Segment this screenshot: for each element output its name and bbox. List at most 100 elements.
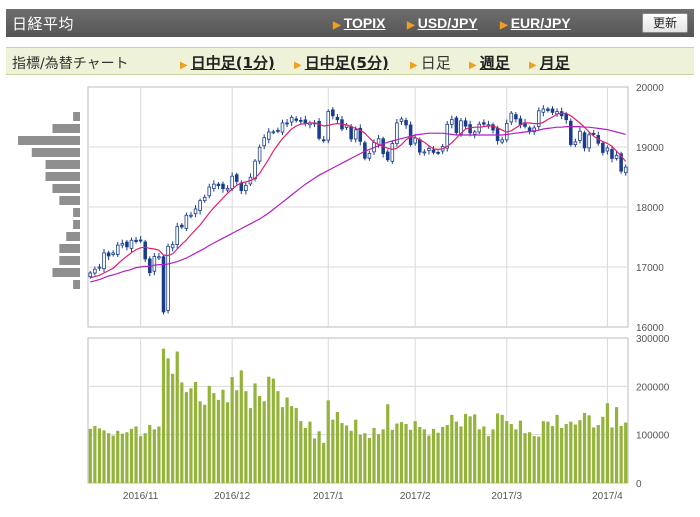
- candle-body: [601, 142, 605, 153]
- volume-bar: [335, 411, 340, 483]
- volume-bar: [596, 425, 600, 483]
- volume-bar: [573, 424, 577, 483]
- candle-body: [193, 208, 198, 215]
- volume-bar: [102, 430, 106, 483]
- volume-bar: [317, 431, 321, 483]
- volume-bar: [171, 373, 175, 483]
- candle-body: [623, 166, 628, 174]
- volume-bar: [189, 388, 193, 483]
- volume-bar: [349, 430, 353, 483]
- candle-body: [514, 114, 518, 120]
- candle-body: [550, 108, 555, 113]
- candle-body: [120, 243, 125, 246]
- candle-body: [111, 252, 115, 255]
- candle-body: [225, 188, 230, 191]
- volume-bar: [358, 434, 362, 483]
- candle-body: [299, 119, 303, 122]
- volume-bar: [203, 404, 207, 483]
- candle-body: [408, 124, 413, 145]
- volume-bar: [225, 402, 230, 483]
- candle-body: [212, 183, 216, 189]
- candle-body: [349, 126, 353, 140]
- volume-bar: [587, 415, 591, 483]
- volume-bar: [518, 420, 523, 483]
- candle-body: [427, 148, 431, 151]
- candle-body: [587, 134, 591, 149]
- volume-bar: [363, 433, 367, 483]
- volume-bar: [143, 433, 147, 483]
- candle-body: [331, 109, 335, 117]
- candle-body: [385, 151, 390, 161]
- volume-bar: [463, 413, 468, 483]
- candle-body: [477, 123, 482, 133]
- volume-bar: [88, 428, 92, 483]
- candle-body: [518, 118, 523, 125]
- candle-body: [413, 137, 417, 144]
- volume-bar: [532, 436, 536, 483]
- candle-body: [335, 116, 340, 121]
- candle-body: [573, 141, 578, 145]
- candle-body: [321, 139, 326, 142]
- volume-bar: [93, 425, 97, 483]
- volume-bar: [207, 385, 211, 483]
- candle-body: [180, 224, 184, 228]
- price-volume-bar: [52, 124, 80, 133]
- candle-body: [189, 214, 193, 217]
- candle-body: [591, 132, 596, 135]
- price-volume-bar: [59, 196, 80, 205]
- price-tick-label: 20000: [636, 83, 664, 94]
- volume-tick-label: 100000: [636, 431, 670, 442]
- volume-bar: [491, 429, 495, 483]
- candle-body: [138, 239, 143, 242]
- candle-body: [569, 120, 573, 145]
- volume-bar: [555, 414, 559, 483]
- candle-body: [500, 139, 504, 143]
- volume-bar: [299, 421, 303, 483]
- volume-bar: [230, 377, 234, 483]
- volume-bar: [422, 429, 426, 483]
- price-volume-bar: [73, 280, 80, 289]
- volume-bar: [454, 421, 458, 483]
- candle-body: [582, 132, 587, 149]
- volume-bar: [120, 433, 124, 483]
- candle-body: [202, 196, 207, 202]
- volume-bar: [436, 432, 440, 483]
- volume-bar: [624, 422, 628, 483]
- candle-body: [431, 149, 436, 153]
- volume-bar: [404, 424, 408, 483]
- candle-body: [564, 113, 568, 121]
- candle-body: [578, 130, 582, 141]
- x-tick-label: 2016/12: [214, 491, 251, 502]
- candle-body: [216, 183, 221, 187]
- price-volume-bar: [59, 244, 80, 253]
- volume-bar: [537, 436, 541, 483]
- volume-bar: [614, 407, 619, 483]
- volume-bar: [528, 432, 532, 483]
- price-tick-label: 19000: [636, 143, 664, 154]
- volume-bar: [235, 390, 239, 483]
- candle-body: [294, 118, 298, 121]
- price-volume-bar: [73, 220, 80, 229]
- volume-bar: [459, 426, 463, 483]
- volume-bar: [427, 435, 431, 483]
- candle-body: [221, 183, 225, 189]
- volume-bar: [253, 383, 257, 483]
- volume-bar: [564, 424, 568, 483]
- x-axis: 2016/11 2016/12 2017/1 2017/2 2017/3 2017/4: [123, 491, 623, 502]
- price-volume-bar: [18, 136, 80, 145]
- volume-chart: 300000 200000 100000 0: [87, 334, 670, 490]
- candle-body: [289, 116, 294, 123]
- price-volume-bar: [45, 172, 80, 181]
- volume-bar: [294, 408, 298, 483]
- price-volume-bar: [73, 112, 80, 121]
- candle-body: [546, 108, 550, 111]
- price-tick-label: 16000: [636, 323, 664, 334]
- candle-body: [399, 118, 404, 122]
- candle-body: [280, 122, 285, 133]
- volume-bar: [139, 436, 143, 483]
- candle-body: [134, 239, 138, 242]
- price-volume-bar: [31, 148, 80, 157]
- volume-bar: [413, 421, 417, 483]
- volume-bar: [326, 400, 330, 483]
- volume-bar: [111, 435, 115, 483]
